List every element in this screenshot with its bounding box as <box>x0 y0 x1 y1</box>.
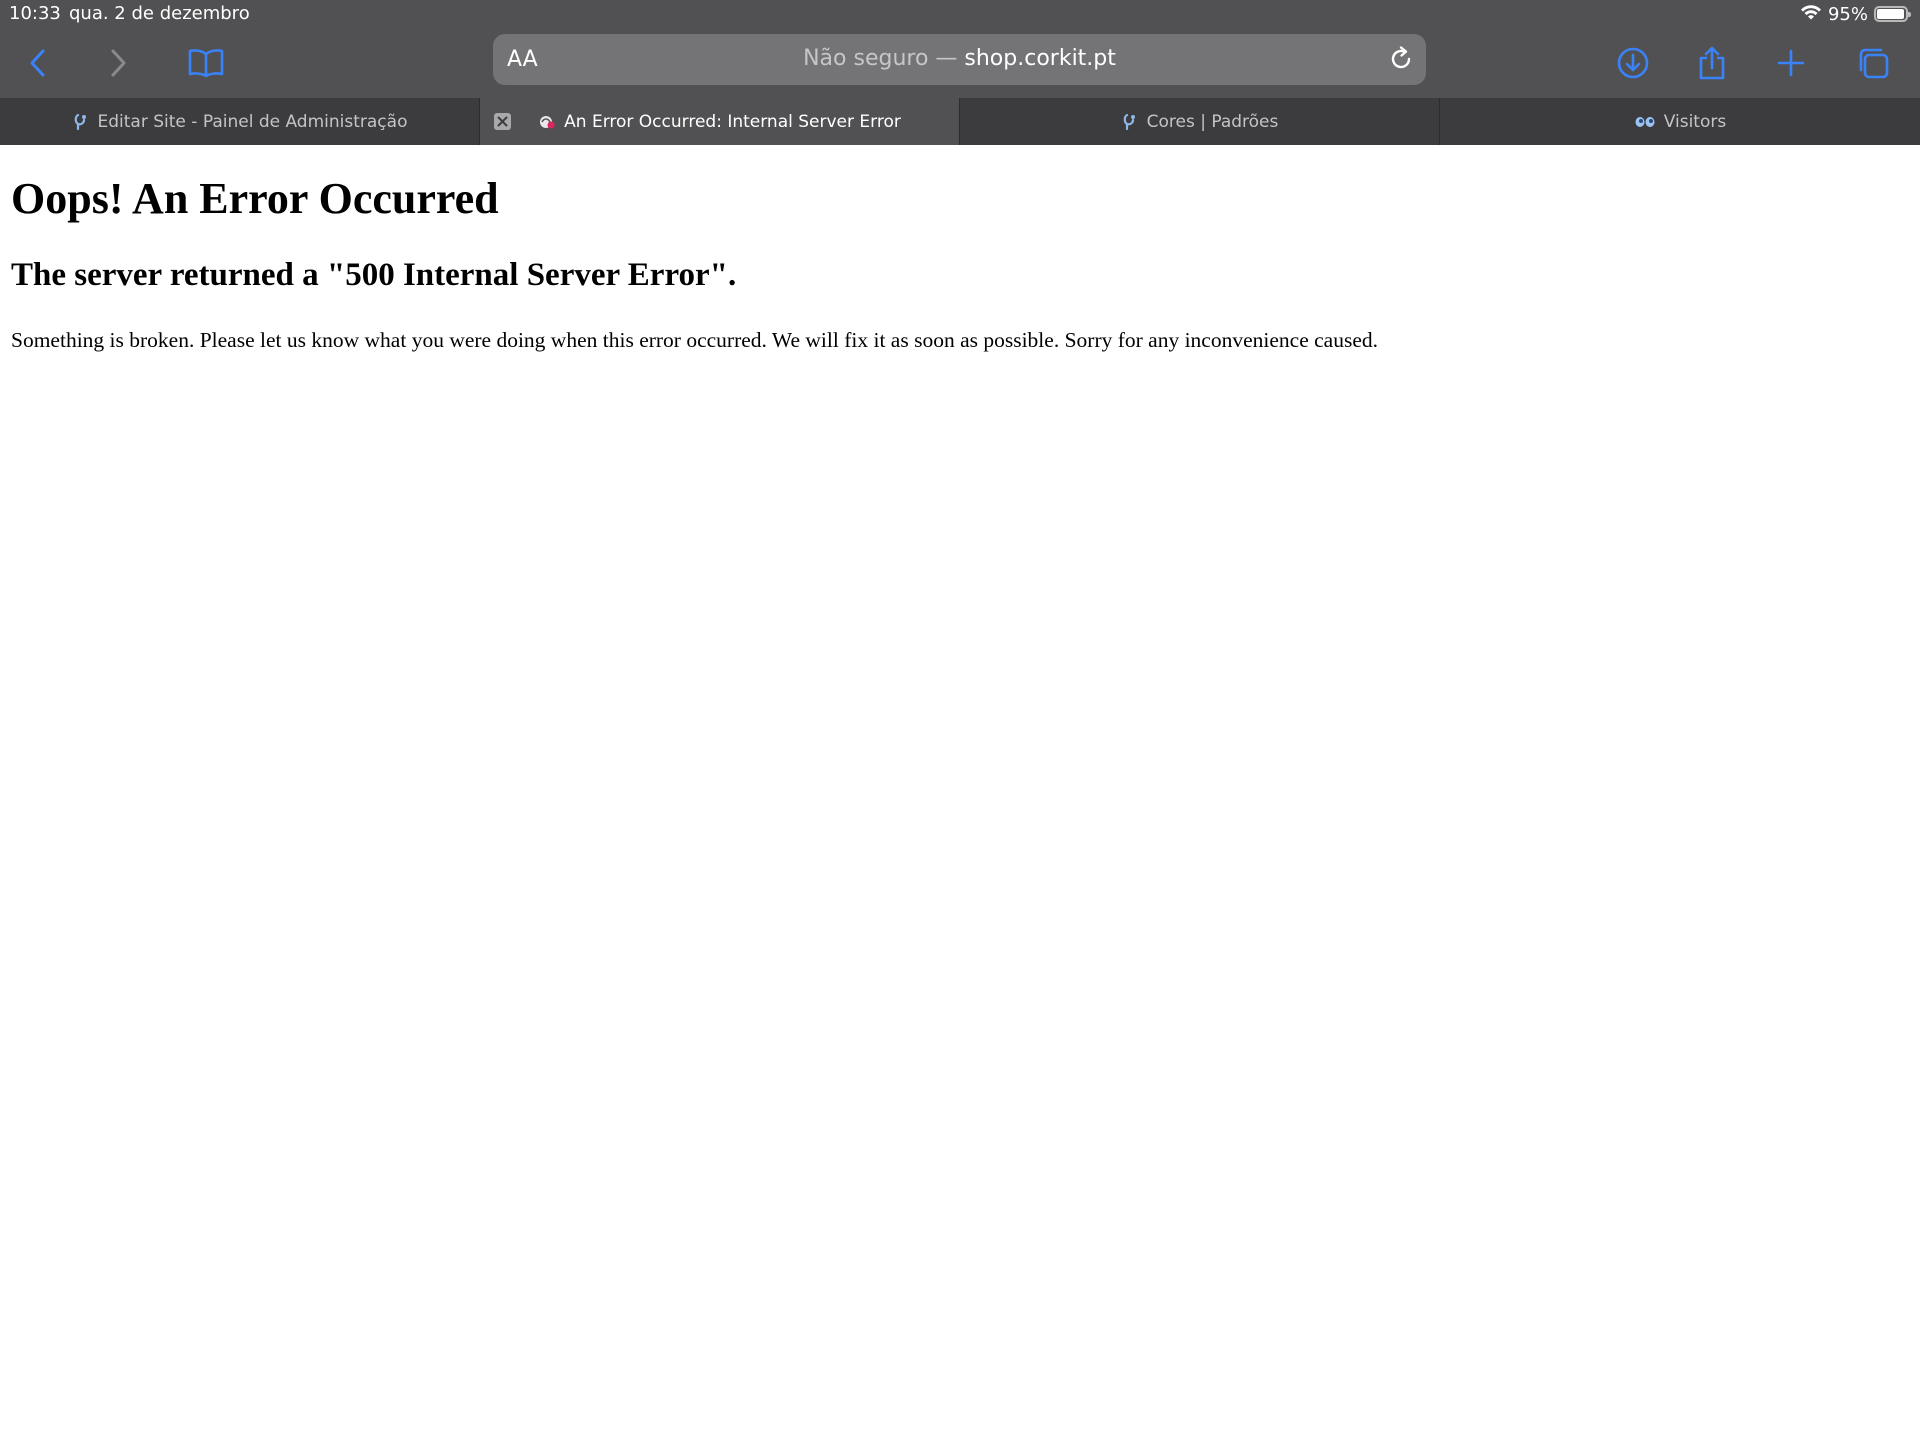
download-icon <box>1617 47 1649 79</box>
site-editor-favicon <box>1123 113 1135 130</box>
url-display[interactable]: Não seguro — shop.corkit.pt <box>493 46 1426 71</box>
tab-title: Editar Site - Painel de Administração <box>97 111 408 132</box>
browser-chrome: 10:33 qua. 2 de dezembro 95% AA Não segu… <box>0 0 1920 145</box>
page-content: Oops! An Error Occurred The server retur… <box>0 145 1920 1440</box>
error-favicon <box>540 115 555 128</box>
site-editor-favicon <box>74 113 86 130</box>
status-time: 10:33 <box>9 3 61 24</box>
new-tab-button[interactable] <box>1769 41 1813 85</box>
visitors-favicon <box>1635 116 1655 127</box>
forward-button[interactable] <box>96 41 140 85</box>
tab-editar-site[interactable]: Editar Site - Painel de Administração <box>0 98 480 145</box>
tab-bar: Editar Site - Painel de Administração An… <box>0 98 1920 145</box>
tab-title: An Error Occurred: Internal Server Error <box>564 111 901 132</box>
chevron-right-icon <box>111 49 126 77</box>
address-bar[interactable]: AA Não seguro — shop.corkit.pt <box>493 34 1426 85</box>
close-icon <box>497 116 508 127</box>
tab-cores-padroes[interactable]: Cores | Padrões <box>960 98 1440 145</box>
url-security-prefix: Não seguro — <box>803 46 965 71</box>
tab-title: Cores | Padrões <box>1146 111 1279 132</box>
tab-error-page[interactable]: An Error Occurred: Internal Server Error <box>480 98 960 145</box>
tabs-icon <box>1859 48 1889 79</box>
wifi-icon <box>1800 4 1822 24</box>
tab-visitors[interactable]: Visitors <box>1440 98 1920 145</box>
battery-percent: 95% <box>1827 3 1868 25</box>
plus-icon <box>1777 49 1805 77</box>
share-button[interactable] <box>1690 41 1734 85</box>
error-subheading: The server returned a "500 Internal Serv… <box>11 257 737 293</box>
status-date: qua. 2 de dezembro <box>69 3 250 24</box>
battery-icon <box>1874 6 1911 22</box>
close-tab-button[interactable] <box>494 113 511 130</box>
bookmarks-button[interactable] <box>184 41 228 85</box>
chevron-left-icon <box>30 49 45 77</box>
book-icon <box>188 49 224 78</box>
downloads-button[interactable] <box>1611 41 1655 85</box>
status-bar: 10:33 qua. 2 de dezembro 95% <box>0 0 1920 28</box>
error-message: Something is broken. Please let us know … <box>11 328 1378 352</box>
browser-toolbar: AA Não seguro — shop.corkit.pt <box>0 28 1920 98</box>
status-right-group: 95% <box>1800 3 1911 25</box>
share-icon <box>1699 46 1725 80</box>
error-heading: Oops! An Error Occurred <box>11 174 499 223</box>
url-domain: shop.corkit.pt <box>964 46 1116 71</box>
battery-level-fill <box>1877 9 1904 19</box>
tab-title: Visitors <box>1663 111 1727 132</box>
reload-icon[interactable] <box>1386 44 1416 74</box>
back-button[interactable] <box>16 41 60 85</box>
tabs-overview-button[interactable] <box>1851 41 1895 85</box>
